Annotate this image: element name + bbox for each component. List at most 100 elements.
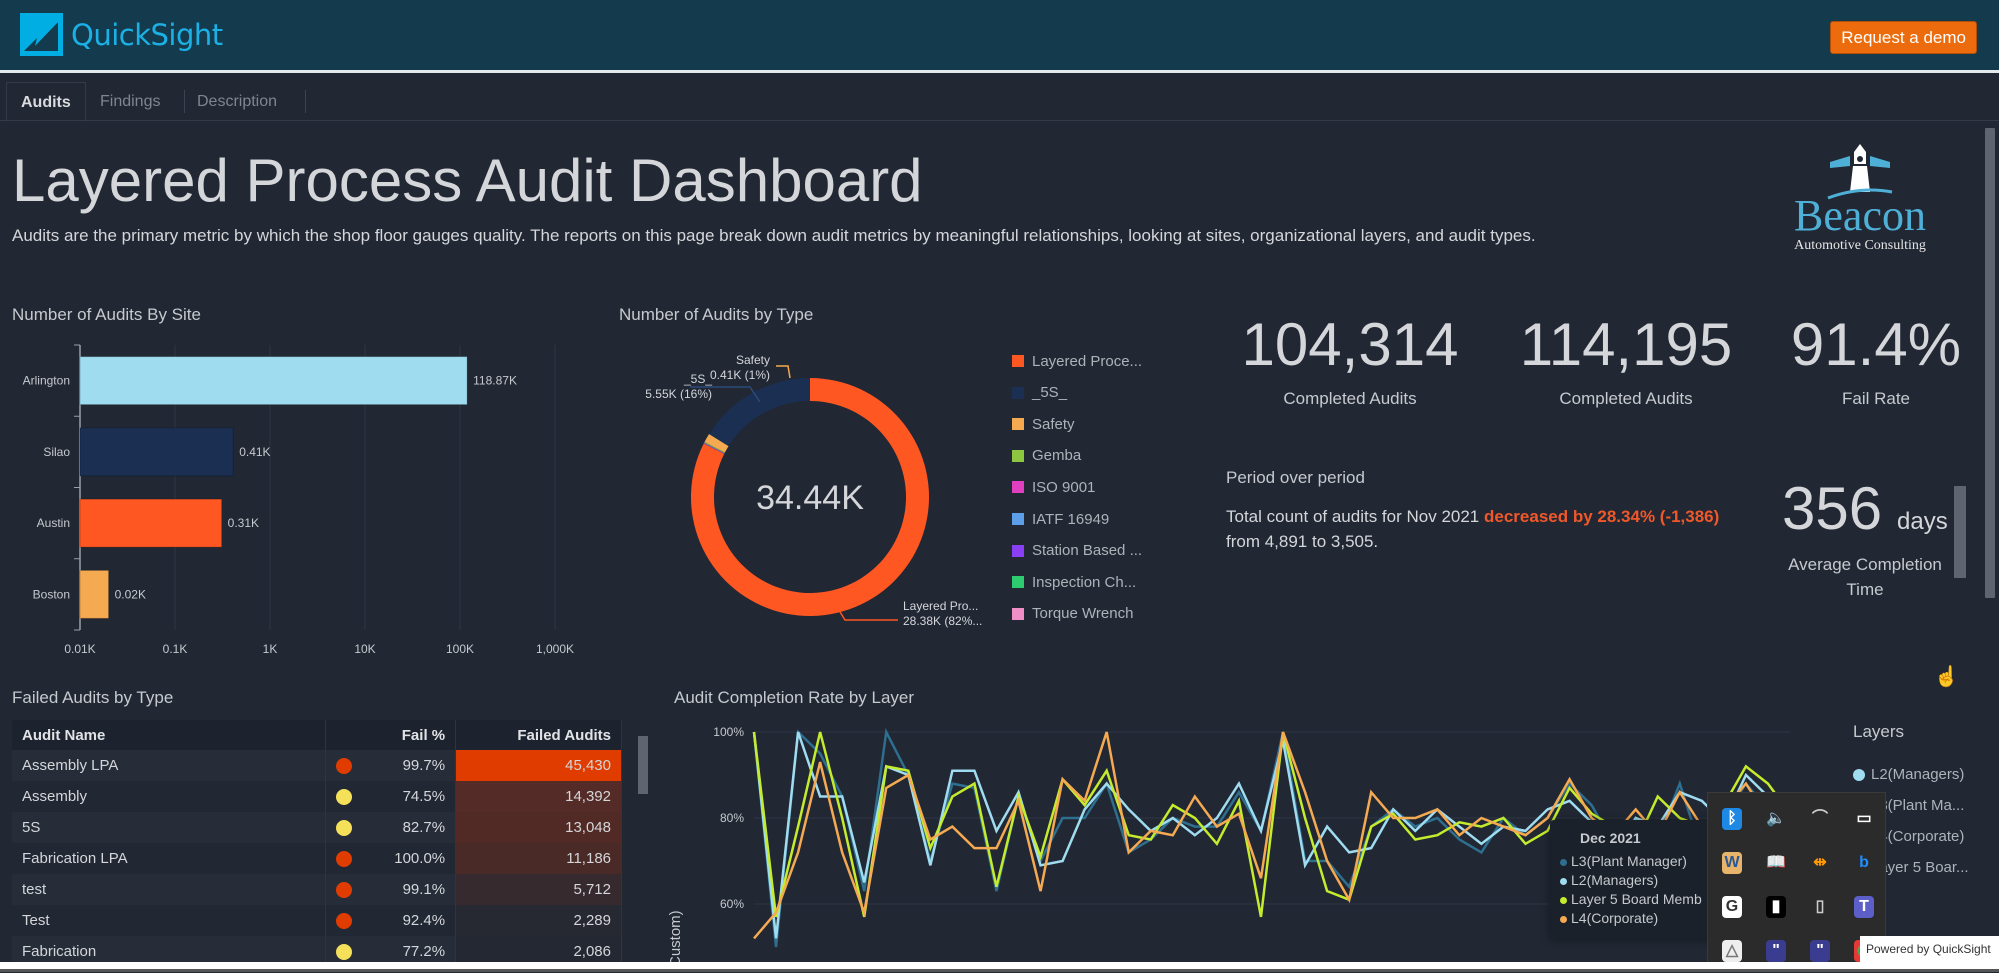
pop-prefix: Total count of audits for Nov 2021: [1226, 507, 1484, 526]
tooltip-row: L4(Corporate): [1560, 909, 1710, 928]
kpi-avg-completion-label: Average Completion Time: [1788, 555, 1942, 599]
fail-pct-value: 100.0%: [394, 850, 446, 867]
table-row[interactable]: test 99.1% 5,712: [12, 874, 622, 905]
legend-label: Gemba: [1032, 447, 1082, 465]
legend-item[interactable]: Torque Wrench: [1012, 604, 1133, 624]
table-row[interactable]: Fabrication LPA 100.0% 11,186: [12, 843, 622, 874]
y-category-label: Austin: [37, 516, 70, 530]
legend-item[interactable]: ISO 9001: [1012, 477, 1095, 497]
beacon-logo: Beacon Automotive Consulting: [1780, 142, 1940, 262]
tooltip-row: Layer 5 Board Memb: [1560, 890, 1710, 909]
legend-label: Station Based ...: [1032, 542, 1143, 560]
volume-icon[interactable]: 🔈: [1754, 797, 1798, 841]
audits-by-site-chart: 0.01K 0.1K 1K 10K 100K 1,000K Arlington 118.87K…: [23, 344, 574, 655]
cell-failed-audits: 13,048: [455, 812, 622, 843]
table-row[interactable]: 5S 82.7% 13,048: [12, 812, 622, 843]
bottom-strip: [0, 962, 1999, 972]
y-category-label: Silao: [43, 445, 70, 459]
legend-item[interactable]: Gemba: [1012, 446, 1081, 466]
failed-table-title: Failed Audits by Type: [12, 688, 174, 707]
legend-item[interactable]: IATF 16949: [1012, 509, 1109, 529]
bar-austin: [79, 498, 223, 548]
bing-icon[interactable]: b: [1842, 841, 1886, 885]
donut-data-label: 0.41K (1%): [710, 368, 770, 382]
legend-label: ISO 9001: [1032, 478, 1096, 496]
column-header-failed-audits[interactable]: Failed Audits: [455, 720, 622, 750]
x-tick-label: 0.1K: [163, 642, 188, 655]
table-row[interactable]: Assembly LPA 99.7% 45,430: [12, 750, 622, 781]
column-header-fail-pct[interactable]: Fail %: [325, 720, 457, 750]
wifi-icon[interactable]: ⌒: [1798, 797, 1842, 841]
x-tick-label: 10K: [354, 642, 375, 655]
donut-data-label: _5S_: [683, 372, 712, 386]
sheet-tabs: Audits Findings Description: [0, 78, 1999, 122]
request-demo-button[interactable]: Request a demo: [1830, 21, 1977, 54]
legend-item[interactable]: _5S_: [1012, 383, 1067, 403]
audio-meter-icon[interactable]: ▮: [1754, 885, 1798, 929]
quicksight-logo[interactable]: QuickSight: [20, 13, 223, 56]
legend-label: IATF 16949: [1032, 510, 1110, 528]
kpi-avg-completion-unit: days: [1897, 508, 1948, 535]
tab-divider: [305, 90, 306, 113]
kpi-avg-completion-value: 356: [1782, 475, 1883, 542]
cell-failed-audits: 5,712: [455, 874, 622, 905]
line-chart-title: Audit Completion Rate by Layer: [674, 688, 915, 707]
tooltip-label: L3(Plant Manager): [1571, 853, 1687, 869]
table-row[interactable]: Assembly 74.5% 14,392: [12, 781, 622, 812]
tooltip-label: L4(Corporate): [1571, 910, 1659, 926]
kpi-fail-rate-label: Fail Rate: [1841, 389, 1911, 408]
donut-data-label: Safety: [736, 353, 770, 367]
legend-swatch: [1012, 418, 1024, 431]
fail-pct-value: 74.5%: [402, 788, 446, 805]
y-tick-label: 80%: [720, 811, 744, 825]
bar-data-label: 0.41K: [239, 445, 270, 459]
legend-label: Layered Proce...: [1032, 352, 1143, 370]
kpi-fail-rate-value: 91.4%: [1790, 311, 1962, 378]
lighthouse-icon: [1827, 144, 1893, 200]
legend-item[interactable]: Layered Proce...: [1012, 351, 1142, 371]
kpi-completed-audits-2-value: 114,195: [1519, 311, 1733, 378]
status-indicator-icon: [336, 944, 353, 960]
cell-fail-pct: 100.0%: [325, 843, 457, 874]
fail-pct-value: 77.2%: [402, 943, 446, 960]
battery-icon[interactable]: ▭: [1842, 797, 1886, 841]
status-indicator-icon: [336, 820, 353, 836]
layers-legend-title: Layers: [1853, 722, 1905, 741]
mouse-cursor-icon: ☝: [1934, 666, 1959, 688]
legend-item[interactable]: Station Based ...: [1012, 541, 1142, 561]
bluetooth-icon[interactable]: ᛒ: [1710, 797, 1754, 841]
cell-audit-name: Assembly LPA: [12, 750, 327, 781]
usb-drive-icon[interactable]: ▯: [1798, 885, 1842, 929]
cell-failed-audits: 11,186: [455, 843, 622, 874]
layer-legend-item[interactable]: L2(Managers): [1853, 766, 1964, 783]
chart-tooltip: Dec 2021 L3(Plant Manager) L2(Managers) La…: [1550, 820, 1720, 940]
donut-slice--5s-: [709, 378, 810, 447]
table-row[interactable]: Test 92.4% 2,289: [12, 905, 622, 936]
donut-center-label: 34.44K: [756, 479, 864, 517]
legend-label: Inspection Ch...: [1032, 573, 1137, 591]
tab-audits[interactable]: Audits: [6, 82, 86, 122]
bar-chart-title: Number of Audits By Site: [12, 305, 201, 324]
x-tick-label: 100K: [446, 642, 474, 655]
bar-data-label: 118.87K: [473, 374, 517, 388]
arrows-icon[interactable]: ⇹: [1798, 841, 1842, 885]
book-icon[interactable]: 📖: [1754, 841, 1798, 885]
donut-data-label: Layered Pro...: [903, 599, 978, 613]
kpi-scrollbar[interactable]: [1954, 486, 1966, 578]
donut-data-label: 28.38K (82%...: [903, 614, 982, 628]
bar-data-label: 0.02K: [115, 587, 146, 601]
status-indicator-icon: [336, 789, 353, 805]
table-scrollbar[interactable]: [638, 736, 648, 794]
tab-findings[interactable]: Findings: [86, 82, 174, 122]
legend-item[interactable]: Safety: [1012, 414, 1075, 434]
powered-by-quicksight: Powered by QuickSight: [1860, 936, 1999, 962]
legend-item[interactable]: Inspection Ch...: [1012, 572, 1136, 592]
cell-fail-pct: 99.7%: [325, 750, 457, 781]
grammarly-icon[interactable]: G: [1710, 885, 1754, 929]
tab-description[interactable]: Description: [183, 82, 291, 122]
teams-icon[interactable]: T: [1842, 885, 1886, 929]
fail-pct-value: 99.1%: [402, 881, 446, 898]
word-icon[interactable]: W: [1710, 841, 1754, 885]
column-header-audit-name[interactable]: Audit Name: [12, 720, 327, 750]
status-indicator-icon: [336, 851, 353, 867]
